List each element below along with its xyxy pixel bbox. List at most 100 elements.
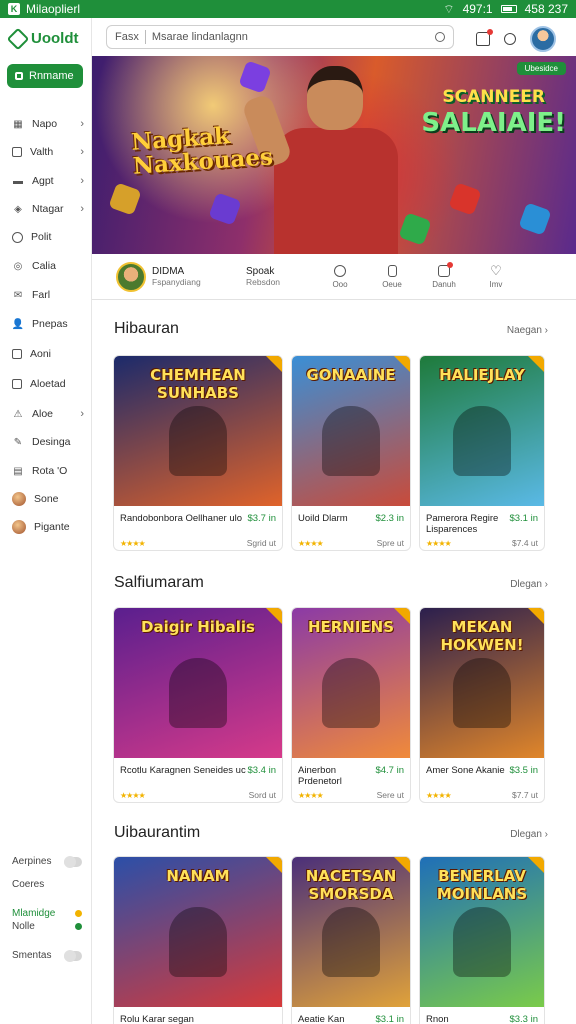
game-thumbnail[interactable]: HALIEJLAY <box>420 356 544 506</box>
game-art-title: NANAM <box>166 867 230 885</box>
search-icon[interactable] <box>435 32 445 42</box>
game-card[interactable]: MEKAN HOKWEN! Amer Sone Akanie $3.5 in ★★★★… <box>419 607 545 803</box>
sidebar-item-label: Sone <box>34 493 59 505</box>
quick-favorites[interactable]: ♡ Imv <box>470 262 522 289</box>
quick-search[interactable]: Ooo <box>314 264 366 289</box>
sidebar-setting-2[interactable]: Coeres <box>12 879 82 890</box>
sidebar-item[interactable]: ▦ Napo › <box>12 114 84 134</box>
sidebar-item[interactable]: Valth › <box>12 142 84 162</box>
game-card[interactable]: NANAMRolu Karar segan★★★★ <box>113 856 283 1024</box>
game-thumbnail[interactable]: HERNIENS <box>292 608 410 758</box>
user-avatar[interactable] <box>530 26 556 52</box>
brand[interactable]: Uooldt <box>6 27 79 50</box>
sidebar-item[interactable]: Sone <box>12 489 84 509</box>
game-card[interactable]: HERNIENS Ainerbon Prdenetorl $4.7 in ★★★★ Se… <box>291 607 411 803</box>
gem-icon <box>518 202 552 236</box>
game-thumbnail[interactable]: BENERLAV MOINLANS <box>420 857 544 1007</box>
sidebar-item[interactable]: ▬ Agpt › <box>12 171 84 191</box>
see-all-label: Naegan <box>506 325 542 336</box>
search-bar[interactable]: Fasx Msarae lindanlagnn <box>106 25 454 49</box>
hero-banner[interactable]: Nagkak Naxkouaes SCANNEER SALAIAIE! Ubes… <box>92 56 576 254</box>
setting-label: Nolle <box>12 921 35 932</box>
sidebar: Uooldt Rnmame ▦ Napo › Valth › ▬ Agpt › ◈ Ntagar ›… <box>0 18 92 1024</box>
game-price: $3.3 in <box>509 1014 538 1024</box>
magnifier-icon[interactable] <box>504 33 516 45</box>
quick-column-title: Spoak <box>246 266 275 277</box>
game-card[interactable]: GONAAINE Uoild Dlarm $2.3 in ★★★★ Spre ut <box>291 355 411 551</box>
sidebar-item[interactable]: Aloetad <box>12 374 84 394</box>
status-dot <box>75 910 82 917</box>
game-thumbnail[interactable]: MEKAN HOKWEN! <box>420 608 544 758</box>
gem-icon <box>208 192 242 226</box>
corner-ribbon <box>266 857 282 873</box>
sidebar-setting-1[interactable]: Aerpines <box>12 855 82 868</box>
quick-inbox[interactable]: Danuh <box>418 261 470 289</box>
sidebar-item-label: Pigante <box>34 521 70 533</box>
setting-label: Smentas <box>12 950 52 961</box>
game-thumbnail[interactable]: NANAM <box>114 857 282 1007</box>
game-thumbnail[interactable]: GONAAINE <box>292 356 410 506</box>
game-card[interactable]: HALIEJLAY Pamerora Regire Lisparences $3.1… <box>419 355 545 551</box>
game-thumbnail[interactable]: CHEMHEAN SUNHABS <box>114 356 282 506</box>
section-see-all-link[interactable]: Dlegan › <box>510 579 548 590</box>
tag-icon: ◈ <box>14 203 22 215</box>
sidebar-item[interactable]: Aoni <box>12 344 84 364</box>
avatar-icon <box>12 492 26 506</box>
sidebar-setting-3[interactable]: Mlamidge <box>12 908 82 919</box>
sidebar-item-label: Rota 'O <box>32 465 68 477</box>
search-icon <box>334 264 346 277</box>
sidebar-item[interactable]: ✎ Desinga <box>12 432 84 452</box>
sidebar-setting-5[interactable]: Smentas <box>12 949 82 962</box>
setting-label: Aerpines <box>12 856 52 867</box>
game-price: $3.4 in <box>247 765 276 776</box>
sidebar-item[interactable]: ⚠ Aloe › <box>12 404 84 424</box>
game-meta: $7.7 ut <box>512 790 538 800</box>
sidebar-item[interactable]: ▤ Rota 'O <box>12 461 84 481</box>
quick-column[interactable]: Spoak Rebsdon <box>246 266 296 287</box>
sidebar-item[interactable]: Pigante <box>12 517 84 537</box>
section-title: Uibaurantim <box>114 824 201 841</box>
game-character <box>453 658 511 728</box>
sidebar-item-home[interactable]: Rnmame <box>7 64 83 88</box>
game-meta: Spre ut <box>376 538 404 548</box>
corner-ribbon <box>528 356 544 372</box>
game-card[interactable]: CHEMHEAN SUNHABS Randobonbora Oellhaner u… <box>113 355 283 551</box>
game-thumbnail[interactable]: NACETSAN SMORSDA <box>292 857 410 1007</box>
quick-phone[interactable]: Oeue <box>366 264 418 289</box>
mail-icon: ✉ <box>13 289 23 301</box>
section-see-all-link[interactable]: Naegan › <box>507 325 548 336</box>
game-card[interactable]: Daigir Hibalis Rcotlu Karagnen Seneides u… <box>113 607 283 803</box>
game-card[interactable]: BENERLAV MOINLANSRnon$3.3 in★★★★ <box>419 856 545 1024</box>
rating-stars: ★★★★ <box>120 539 146 548</box>
users-icon: 👤 <box>11 318 25 330</box>
chevron-right-icon: › <box>80 203 84 215</box>
sidebar-item[interactable]: ◈ Ntagar › <box>12 199 84 219</box>
chevron-right-icon: › <box>541 829 548 840</box>
battery-text: 497:1 <box>462 2 493 16</box>
search-input[interactable]: Msarae lindanlagnn <box>152 31 248 43</box>
profile-chip[interactable]: DIDMA Fspanydiang <box>92 261 246 292</box>
sidebar-item[interactable]: Polit <box>12 227 84 247</box>
grid-icon: ▦ <box>13 118 23 130</box>
sidebar-setting-4[interactable]: Nolle <box>12 921 82 932</box>
game-meta: Sgrid ut <box>246 538 276 548</box>
game-price: $3.5 in <box>509 765 538 776</box>
heart-icon: ♡ <box>490 262 502 278</box>
sidebar-item[interactable]: ◎ Calia <box>12 256 84 276</box>
sidebar-item[interactable]: ✉ Farl <box>12 285 84 305</box>
hero-badge[interactable]: Ubesidce <box>516 62 566 75</box>
game-thumbnail[interactable]: Daigir Hibalis <box>114 608 282 758</box>
status-app-name: Milaoplierl <box>26 2 81 16</box>
game-price: $3.7 in <box>247 513 276 524</box>
sidebar-item-label: Valth <box>30 146 54 158</box>
section-see-all-link[interactable]: Dlegan › <box>510 829 548 840</box>
sidebar-item-label: Aoni <box>30 348 52 360</box>
sidebar-item-label: Rnmame <box>29 70 74 82</box>
toggle-switch[interactable] <box>64 949 82 962</box>
brand-name: Uooldt <box>31 30 79 47</box>
sidebar-item[interactable]: 👤 Pnepas <box>12 314 84 334</box>
profile-subtitle: Fspanydiang <box>152 277 201 287</box>
game-card[interactable]: NACETSAN SMORSDAAeatie Kan$3.1 in★★★★ <box>291 856 411 1024</box>
toggle-switch[interactable] <box>64 855 82 868</box>
notification-icon[interactable] <box>476 29 493 46</box>
